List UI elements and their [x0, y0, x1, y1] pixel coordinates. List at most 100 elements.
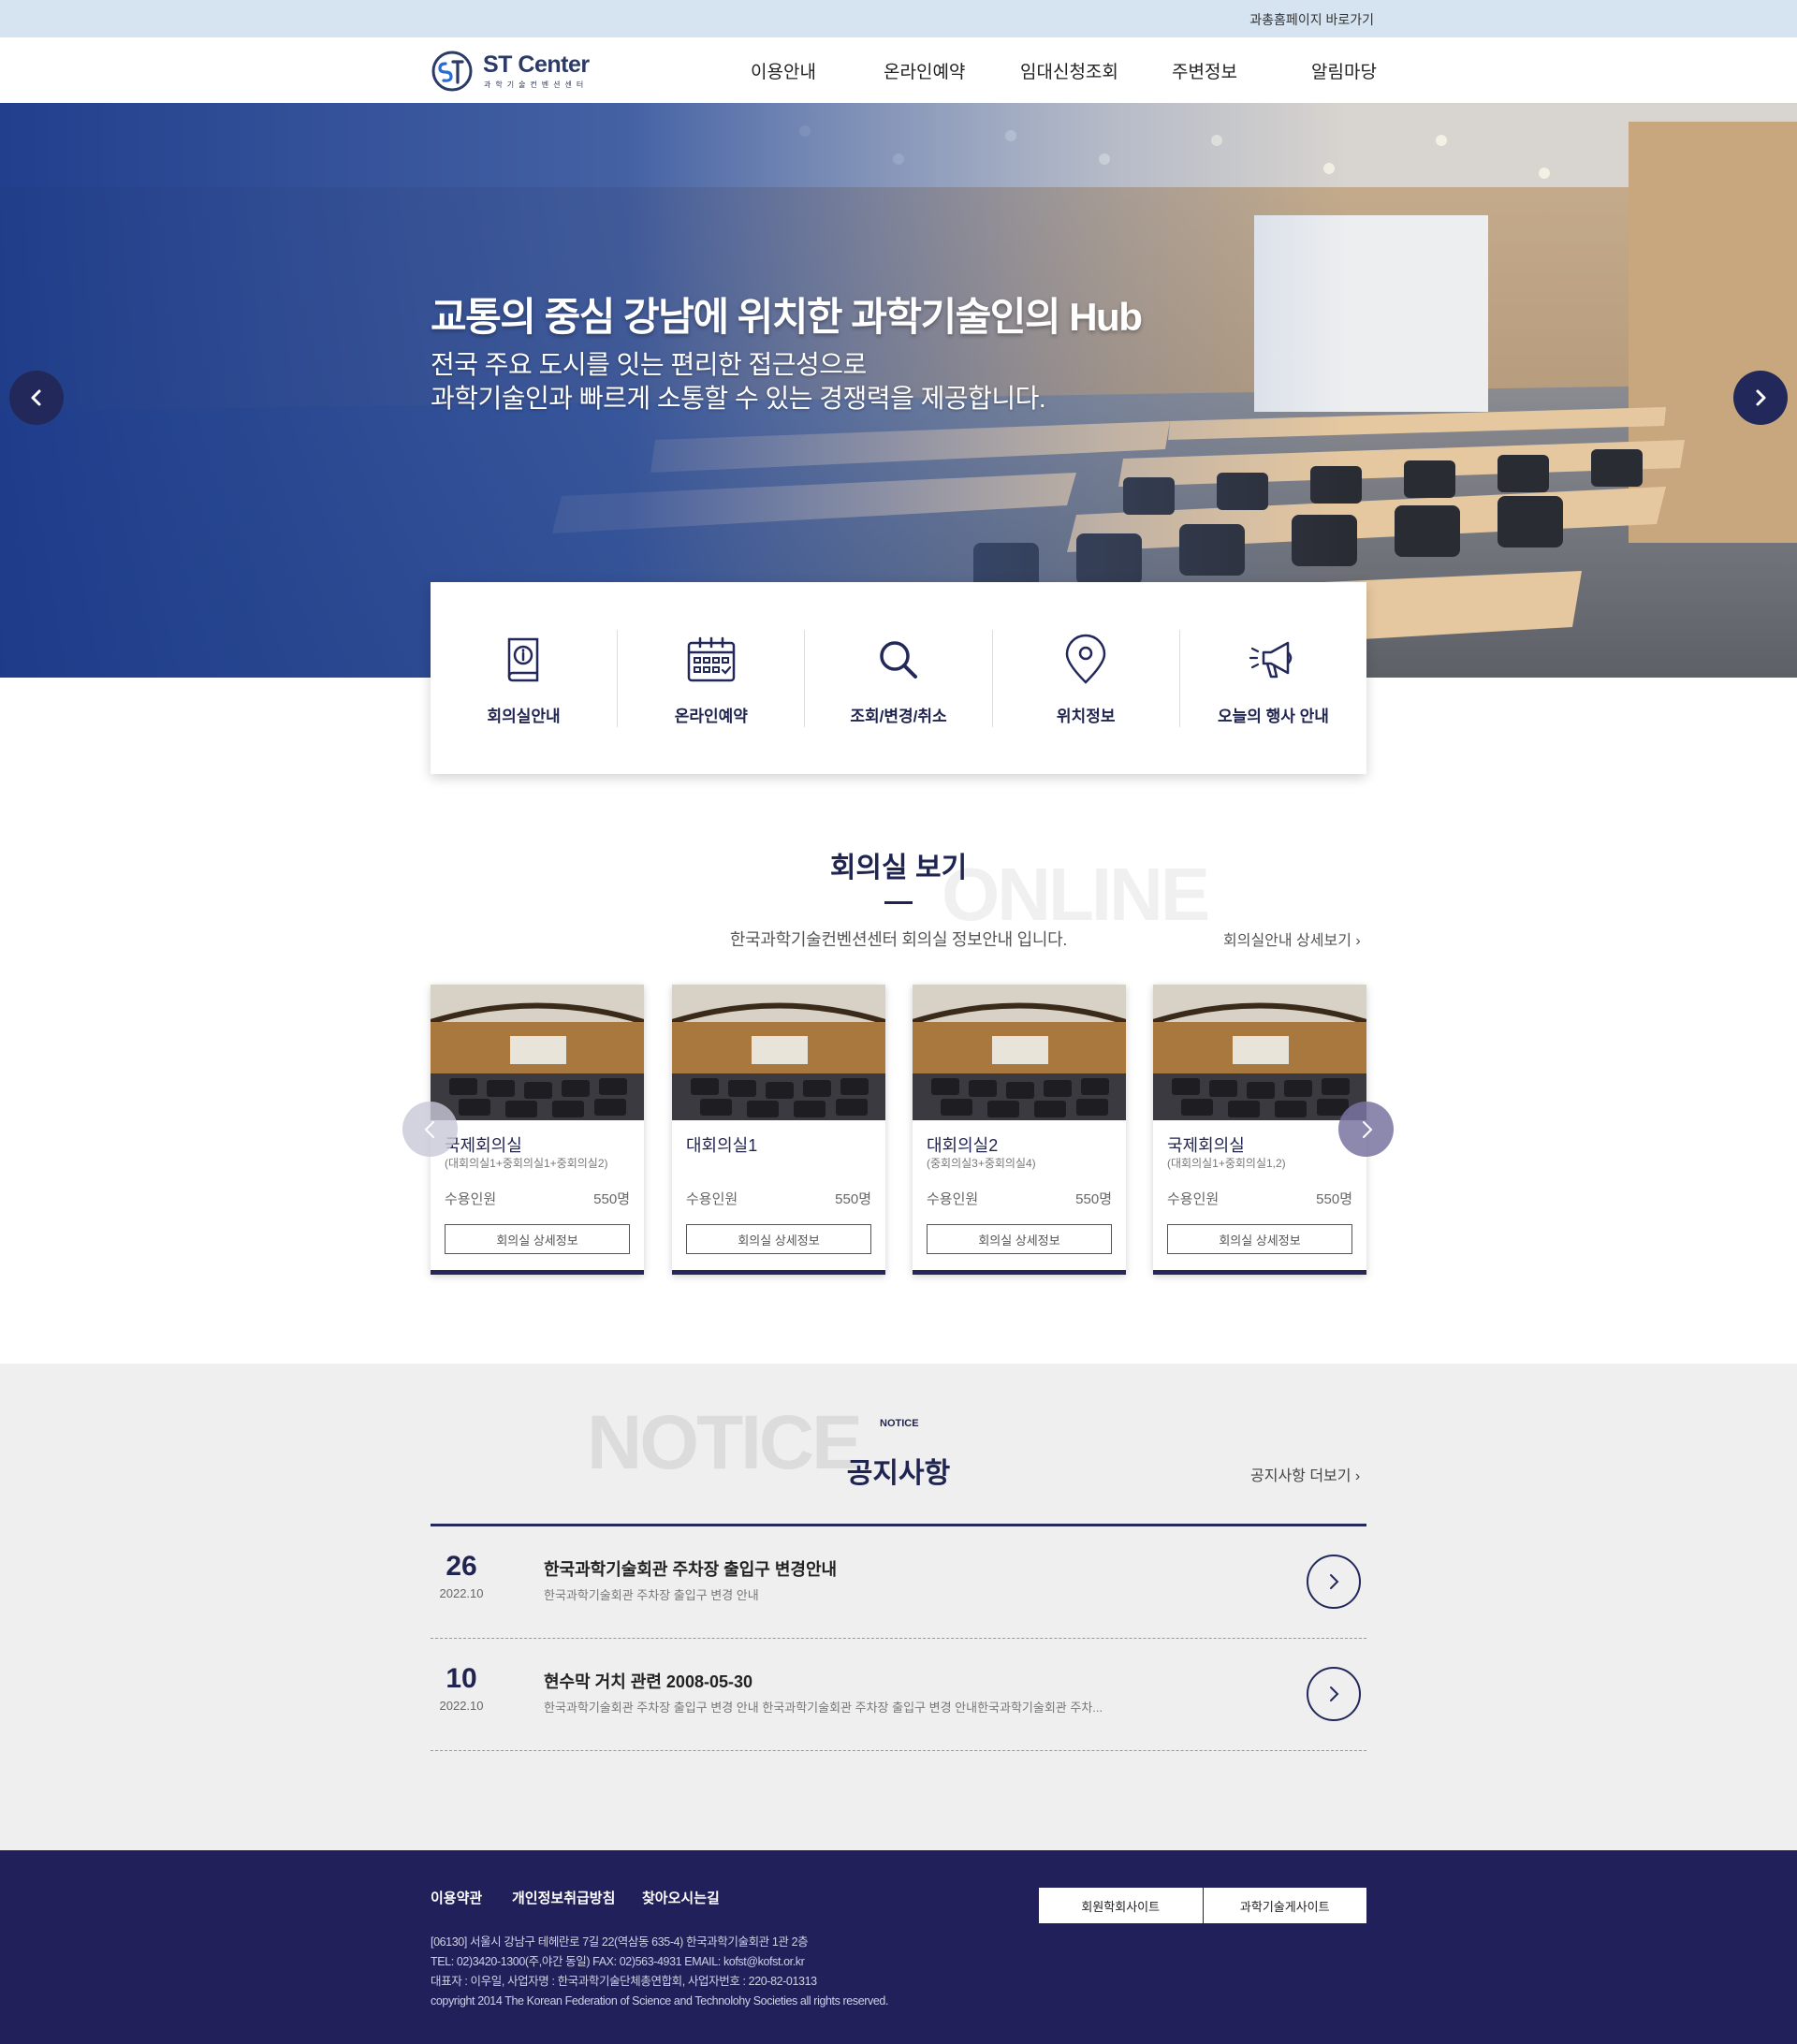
- room-capacity-value: 550명: [835, 1191, 871, 1207]
- room-name: 대회의실1: [686, 1136, 758, 1155]
- footer-privacy-link[interactable]: 개인정보취급방침: [512, 1888, 615, 1907]
- hero-description: 전국 주요 도시를 잇는 편리한 접근성으로 과학기술인과 빠르게 소통할 수 …: [431, 348, 1046, 416]
- room-capacity-value: 550명: [1075, 1191, 1112, 1207]
- location-pin-icon: [1065, 634, 1106, 684]
- footer-copyright: copyright 2014 The Korean Federation of …: [431, 1994, 889, 2008]
- chevron-left-icon: [424, 1120, 434, 1138]
- quick-menu-label: 회의실안내: [487, 707, 561, 725]
- rooms-section-subtitle: 한국과학기술컨벤션센터 회의실 정보안내 입니다.: [729, 930, 1068, 949]
- member-society-site-button[interactable]: 회원학회사이트: [1039, 1888, 1203, 1923]
- nav-usage-guide[interactable]: 이용안내: [751, 58, 816, 83]
- quick-menu-label: 위치정보: [1056, 707, 1116, 725]
- notice-item[interactable]: 26 2022.10 한국과학기술회관 주차장 출입구 변경안내 한국과학기술회…: [431, 1526, 1366, 1639]
- quick-menu-label: 조회/변경/취소: [850, 707, 947, 725]
- quick-menu-location[interactable]: 위치정보: [993, 629, 1180, 727]
- room-card[interactable]: 대회의실2 (중회의실3+중회의실4) 수용인원 550명 회의실 상세정보: [913, 985, 1126, 1275]
- room-capacity-value: 550명: [593, 1191, 630, 1207]
- room-composition: (대회의실1+중회의실1,2): [1167, 1157, 1286, 1170]
- room-name: 국제회의실: [1167, 1136, 1245, 1155]
- top-utility-bar: 과총홈페이지 바로가기: [0, 0, 1797, 37]
- notice-day: 26: [446, 1551, 477, 1582]
- footer-site-buttons: 회원학회사이트 과학기술게사이트: [1039, 1888, 1366, 1923]
- info-book-icon: [507, 637, 538, 681]
- quick-menu-online-reservation[interactable]: 온라인예약: [618, 629, 806, 727]
- quick-menu-today-events[interactable]: 오늘의 행사 안내: [1180, 630, 1366, 727]
- footer-company-info: [06130] 서울시 강남구 테헤란로 7길 22(역삼동 635-4) 한국…: [431, 1933, 888, 2011]
- notice-item[interactable]: 10 2022.10 현수막 거치 관련 2008-05-30 한국과학기술회관…: [431, 1639, 1366, 1751]
- megaphone-icon: [1249, 641, 1293, 678]
- room-composition: (대회의실1+중회의실1+중회의실2): [445, 1157, 608, 1170]
- chevron-right-icon: [1330, 1686, 1339, 1701]
- room-card[interactable]: 국제회의실 (대회의실1+중회의실1,2) 수용인원 550명 회의실 상세정보: [1153, 985, 1366, 1275]
- rooms-title-underline: [884, 901, 913, 904]
- calendar-icon: [687, 636, 736, 681]
- kofst-home-link[interactable]: 과총홈페이지 바로가기: [1249, 10, 1374, 29]
- footer-directions-link[interactable]: 찾아오시는길: [642, 1888, 720, 1907]
- notice-section-title: 공지사항: [846, 1458, 951, 1489]
- hero-description-line-1: 전국 주요 도시를 잇는 편리한 접근성으로: [431, 350, 867, 379]
- notice-year-month: 2022.10: [439, 1586, 484, 1600]
- room-photo: [672, 985, 885, 1120]
- nav-notice-board[interactable]: 알림마당: [1311, 58, 1377, 83]
- room-photo: [1153, 985, 1366, 1120]
- rooms-prev-button[interactable]: [402, 1102, 458, 1157]
- notice-summary: 한국과학기술회관 주차장 출입구 변경 안내: [544, 1588, 759, 1602]
- notice-day: 10: [446, 1663, 477, 1694]
- room-name: 대회의실2: [927, 1136, 999, 1155]
- footer-address: [06130] 서울시 강남구 테헤란로 7길 22(역삼동 635-4) 한국…: [431, 1935, 809, 1949]
- chevron-right-icon: [1756, 389, 1766, 406]
- quick-menu-label: 오늘의 행사 안내: [1217, 707, 1329, 725]
- room-detail-button[interactable]: 회의실 상세정보: [927, 1224, 1112, 1254]
- quick-menu-label: 온라인예약: [674, 707, 748, 725]
- notice-eyebrow: NOTICE: [880, 1418, 919, 1429]
- notice-more-link[interactable]: 공지사항 더보기 ›: [1250, 1463, 1360, 1485]
- room-composition: (중회의실3+중회의실4): [927, 1157, 1036, 1170]
- room-detail-button[interactable]: 회의실 상세정보: [1167, 1224, 1352, 1254]
- rooms-detail-link[interactable]: 회의실안내 상세보기 ›: [1223, 927, 1361, 950]
- notice-section: NOTICE NOTICE 공지사항 공지사항 더보기 › 26 2022.10…: [0, 1364, 1797, 1850]
- site-header: ST Center 과학기술컨벤션센터 이용안내 온라인예약 임대신청조회 주변…: [0, 37, 1797, 103]
- notice-summary: 한국과학기술회관 주차장 출입구 변경 안내 한국과학기술회관 주차장 출입구 …: [544, 1701, 1103, 1715]
- site-footer: 이용약관 개인정보취급방침 찾아오시는길 [06130] 서울시 강남구 테헤란…: [0, 1850, 1797, 2044]
- room-detail-button[interactable]: 회의실 상세정보: [686, 1224, 871, 1254]
- nav-rental-inquiry[interactable]: 임대신청조회: [1020, 58, 1118, 83]
- quick-menu: 회의실안내 온라인예약 조회/변경/취소 위치정보 오늘의 행사 안내: [431, 582, 1366, 774]
- hero-title: 교통의 중심 강남에 위치한 과학기술인의 Hub: [431, 295, 1143, 339]
- room-photo: [431, 985, 644, 1120]
- logo-title: ST Center: [483, 51, 590, 78]
- rooms-section-title: 회의실 보기: [829, 853, 968, 883]
- hero-description-line-2: 과학기술인과 빠르게 소통할 수 있는 경쟁력을 제공합니다.: [431, 384, 1046, 413]
- footer-terms-link[interactable]: 이용약관: [431, 1888, 482, 1907]
- nav-online-reservation[interactable]: 온라인예약: [884, 58, 965, 83]
- notice-open-button[interactable]: [1307, 1555, 1361, 1609]
- chevron-right-icon: [1330, 1574, 1339, 1589]
- room-photo: [913, 985, 1126, 1120]
- logo-subtitle: 과학기술컨벤션센터: [484, 80, 589, 89]
- hero-next-button[interactable]: [1733, 371, 1788, 425]
- logo[interactable]: ST Center 과학기술컨벤션센터: [431, 50, 608, 93]
- chevron-right-icon: [1362, 1120, 1372, 1138]
- room-capacity-label: 수용인원: [686, 1191, 738, 1207]
- search-icon: [880, 640, 917, 679]
- room-card[interactable]: 국제회의실 (대회의실1+중회의실1+중회의실2) 수용인원 550명 회의실 …: [431, 985, 644, 1275]
- notice-title: 한국과학기술회관 주차장 출입구 변경안내: [544, 1560, 838, 1579]
- room-detail-button[interactable]: 회의실 상세정보: [445, 1224, 630, 1254]
- room-card[interactable]: 대회의실1 수용인원 550명 회의실 상세정보: [672, 985, 885, 1275]
- footer-business-info: 대표자 : 이우일, 사업자명 : 한국과학기술단체총연합회, 사업자번호 : …: [431, 1975, 817, 1988]
- notice-open-button[interactable]: [1307, 1667, 1361, 1721]
- footer-contact: TEL: 02)3420-1300(주,야간 동일) FAX: 02)563-4…: [431, 1955, 805, 1968]
- room-capacity-label: 수용인원: [927, 1191, 979, 1207]
- rooms-next-button[interactable]: [1338, 1102, 1394, 1157]
- hero-prev-button[interactable]: [9, 371, 64, 425]
- chevron-left-icon: [31, 389, 41, 406]
- room-capacity-value: 550명: [1316, 1191, 1352, 1207]
- notice-title: 현수막 거치 관련 2008-05-30: [544, 1672, 752, 1691]
- room-capacity-label: 수용인원: [1167, 1191, 1220, 1207]
- room-capacity-label: 수용인원: [445, 1191, 497, 1207]
- quick-menu-lookup[interactable]: 조회/변경/취소: [805, 629, 993, 727]
- nav-nearby-info[interactable]: 주변정보: [1172, 58, 1237, 83]
- quick-menu-room-guide[interactable]: 회의실안내: [431, 629, 619, 727]
- logo-mark-icon: [431, 51, 473, 92]
- notice-year-month: 2022.10: [439, 1699, 484, 1713]
- science-board-site-button[interactable]: 과학기술게사이트: [1202, 1888, 1367, 1923]
